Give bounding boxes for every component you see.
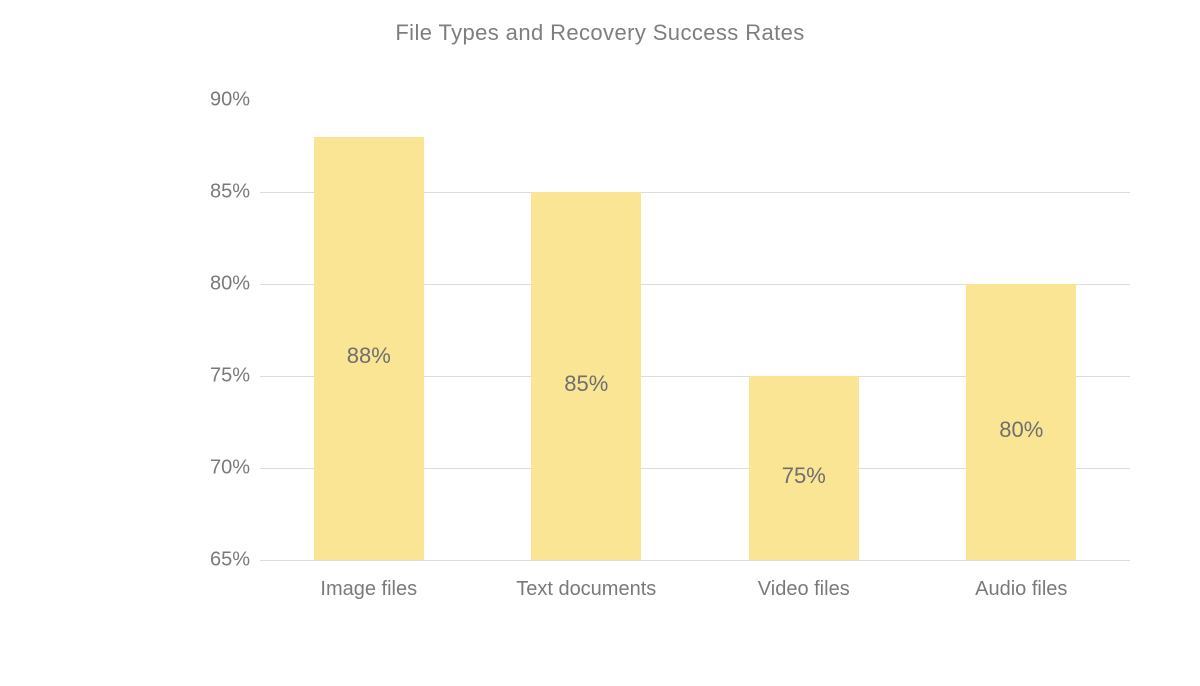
y-tick-label: 90% bbox=[190, 89, 250, 112]
bar-value-label: 85% bbox=[564, 371, 608, 397]
bar-value-label: 88% bbox=[347, 343, 391, 369]
bars-group: 88% 85% 75% 80% bbox=[260, 100, 1130, 560]
x-axis-labels: Image files Text documents Video files A… bbox=[260, 570, 1130, 610]
y-tick-label: 80% bbox=[190, 273, 250, 296]
bar-text-documents: 85% bbox=[531, 192, 641, 560]
x-tick-label: Video files bbox=[694, 578, 914, 601]
x-tick-label: Audio files bbox=[911, 578, 1131, 601]
x-tick-label: Image files bbox=[259, 578, 479, 601]
y-tick-label: 65% bbox=[190, 549, 250, 572]
x-tick-label: Text documents bbox=[476, 578, 696, 601]
bar-audio-files: 80% bbox=[966, 284, 1076, 560]
chart-title: File Types and Recovery Success Rates bbox=[0, 20, 1200, 46]
bar-video-files: 75% bbox=[749, 376, 859, 560]
y-tick-label: 85% bbox=[190, 181, 250, 204]
y-tick-label: 70% bbox=[190, 457, 250, 480]
bar-value-label: 75% bbox=[782, 463, 826, 489]
y-tick-label: 75% bbox=[190, 365, 250, 388]
bar-value-label: 80% bbox=[999, 417, 1043, 443]
plot-area: 90% 85% 80% 75% 70% 65% 88% 85% 75% bbox=[260, 100, 1130, 560]
gridline bbox=[260, 560, 1130, 561]
bar-image-files: 88% bbox=[314, 137, 424, 560]
chart-container: File Types and Recovery Success Rates 90… bbox=[0, 0, 1200, 686]
